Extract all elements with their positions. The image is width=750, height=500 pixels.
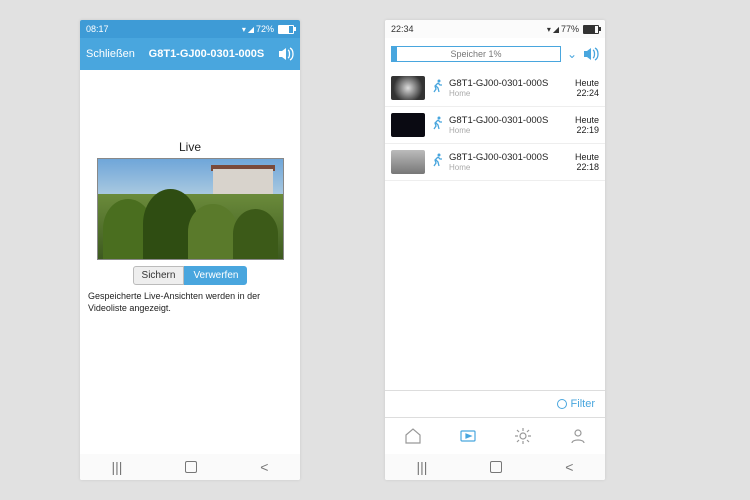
event-row[interactable]: G8T1-GJ00-0301-000SHome Heute22:19 xyxy=(385,107,605,144)
tab-videos[interactable] xyxy=(459,427,477,445)
tab-home[interactable] xyxy=(404,427,422,445)
app-header: Schließen G8T1-GJ00-0301-000S xyxy=(80,38,300,70)
live-label: Live xyxy=(179,140,201,154)
discard-button[interactable]: Verwerfen xyxy=(184,266,247,285)
hint-text: Gespeicherte Live-Ansichten werden in de… xyxy=(88,291,292,314)
status-time: 22:34 xyxy=(391,24,414,34)
android-nav: ||| < xyxy=(385,454,605,480)
filter-icon xyxy=(557,399,567,409)
android-nav: ||| < xyxy=(80,454,300,480)
storage-label: Speicher 1% xyxy=(450,49,501,59)
event-day: Heute xyxy=(575,115,599,125)
home-button[interactable] xyxy=(490,461,502,473)
back-button[interactable]: < xyxy=(260,459,268,475)
event-thumbnail xyxy=(391,76,425,100)
event-name: G8T1-GJ00-0301-000S xyxy=(449,115,569,126)
tab-settings[interactable] xyxy=(514,427,532,445)
phone-event-list: 22:34 ▾ ◢ 77% Speicher 1% ⌄ G8T1-GJ00-03… xyxy=(385,20,605,480)
status-bar: 08:17 ▾ ◢ 72% xyxy=(80,20,300,38)
storage-row: Speicher 1% ⌄ xyxy=(385,38,605,70)
event-name: G8T1-GJ00-0301-000S xyxy=(449,78,569,89)
event-sub: Home xyxy=(449,163,569,172)
filter-label: Filter xyxy=(571,398,595,410)
live-body: Live Sichern Verwerfen Gespeicherte Live… xyxy=(80,70,300,454)
battery-percent: 77% xyxy=(561,24,579,34)
live-preview[interactable] xyxy=(97,158,284,260)
status-bar: 22:34 ▾ ◢ 77% xyxy=(385,20,605,38)
tab-bar xyxy=(385,417,605,454)
event-row[interactable]: G8T1-GJ00-0301-000SHome Heute22:24 xyxy=(385,70,605,107)
event-time: 22:24 xyxy=(576,88,599,98)
tab-account[interactable] xyxy=(569,427,587,445)
event-list: G8T1-GJ00-0301-000SHomeHeute22:24G8T1-GJ… xyxy=(385,70,605,390)
event-sub: Home xyxy=(449,126,569,135)
status-time: 08:17 xyxy=(86,24,109,34)
phone-live-view: 08:17 ▾ ◢ 72% Schließen G8T1-GJ00-0301-0… xyxy=(80,20,300,480)
event-time: 22:19 xyxy=(576,125,599,135)
event-day: Heute xyxy=(575,152,599,162)
signal-icon: ◢ xyxy=(248,25,254,34)
event-thumbnail xyxy=(391,150,425,174)
event-time: 22:18 xyxy=(576,162,599,172)
home-button[interactable] xyxy=(185,461,197,473)
signal-icon: ◢ xyxy=(553,25,559,34)
event-name: G8T1-GJ00-0301-000S xyxy=(449,152,569,163)
battery-icon xyxy=(278,25,294,34)
speaker-icon[interactable] xyxy=(583,47,599,61)
recents-button[interactable]: ||| xyxy=(416,459,427,475)
speaker-icon[interactable] xyxy=(278,47,294,61)
battery-icon xyxy=(583,25,599,34)
event-day: Heute xyxy=(575,78,599,88)
motion-icon xyxy=(431,79,443,98)
motion-icon xyxy=(431,153,443,172)
recents-button[interactable]: ||| xyxy=(111,459,122,475)
battery-percent: 72% xyxy=(256,24,274,34)
save-button[interactable]: Sichern xyxy=(133,266,185,285)
motion-icon xyxy=(431,116,443,135)
event-sub: Home xyxy=(449,89,569,98)
event-row[interactable]: G8T1-GJ00-0301-000SHome Heute22:18 xyxy=(385,144,605,181)
action-buttons: Sichern Verwerfen xyxy=(133,266,248,285)
close-button[interactable]: Schließen xyxy=(86,48,135,60)
wifi-icon: ▾ xyxy=(242,25,246,34)
back-button[interactable]: < xyxy=(565,459,573,475)
filter-bar[interactable]: Filter xyxy=(385,390,605,417)
wifi-icon: ▾ xyxy=(547,25,551,34)
chevron-down-icon[interactable]: ⌄ xyxy=(567,47,577,61)
event-thumbnail xyxy=(391,113,425,137)
storage-bar[interactable]: Speicher 1% xyxy=(391,46,561,62)
header-title: G8T1-GJ00-0301-000S xyxy=(135,48,278,60)
